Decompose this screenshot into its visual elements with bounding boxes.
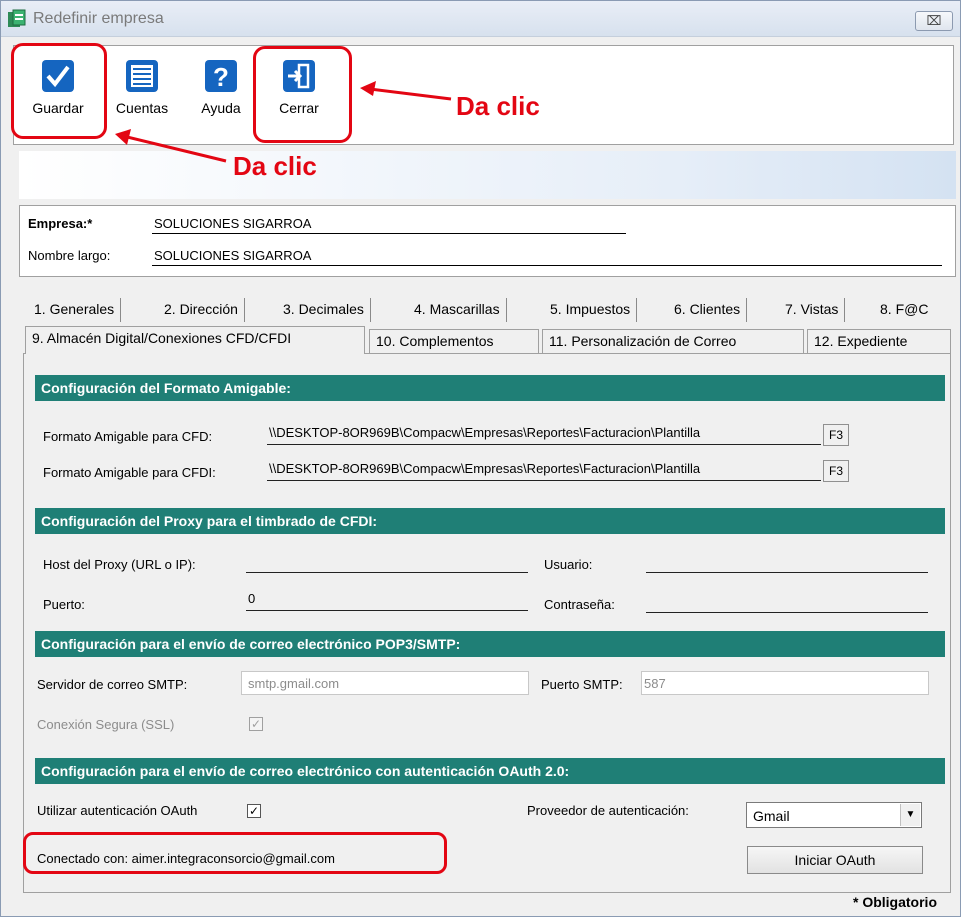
smtp-header: Configuración para el envío de correo el… <box>35 631 945 657</box>
formato-cfdi-field[interactable]: \\DESKTOP-8OR969B\Compacw\Empresas\Repor… <box>267 461 821 481</box>
usuario-field[interactable] <box>646 553 928 573</box>
cuentas-label: Cuentas <box>115 100 169 116</box>
proxy-header: Configuración del Proxy para el timbrado… <box>35 508 945 534</box>
oauth-use-checkbox[interactable]: ✓ <box>247 804 261 818</box>
arrow-to-cerrar-icon <box>360 81 452 101</box>
usuario-label: Usuario: <box>544 557 593 572</box>
tab-mascarillas[interactable]: 4. Mascarillas <box>408 298 507 322</box>
oauth-provider-value: Gmail <box>753 808 790 824</box>
tab-fac[interactable]: 8. F@C <box>874 298 934 322</box>
tab-almacen-digital[interactable]: 9. Almacén Digital/Conexiones CFD/CFDI <box>25 326 365 354</box>
formato-cfd-field[interactable]: \\DESKTOP-8OR969B\Compacw\Empresas\Repor… <box>267 425 821 445</box>
tab-personalizacion-correo[interactable]: 11. Personalización de Correo <box>542 329 804 353</box>
contrasena-label: Contraseña: <box>544 597 615 612</box>
puerto-label: Puerto: <box>43 597 85 612</box>
company-info-box: Empresa:* SOLUCIONES SIGARROA Nombre lar… <box>19 205 956 277</box>
oauth-provider-label: Proveedor de autenticación: <box>527 803 689 818</box>
smtp-server-field[interactable]: smtp.gmail.com <box>241 671 529 695</box>
window-close-button[interactable]: ⌧ <box>915 11 953 31</box>
oauth-provider-select[interactable]: Gmail ▼ <box>746 802 922 828</box>
ayuda-button[interactable]: ? Ayuda <box>186 58 256 116</box>
nombre-largo-field[interactable]: SOLUCIONES SIGARROA <box>152 248 942 266</box>
contrasena-field[interactable] <box>646 593 928 613</box>
empresa-field[interactable]: SOLUCIONES SIGARROA <box>152 216 626 234</box>
window-title: Redefinir empresa <box>33 10 164 27</box>
formato-cfdi-label: Formato Amigable para CFDI: <box>43 465 216 480</box>
smtp-port-label: Puerto SMTP: <box>541 677 623 692</box>
oauth-header: Configuración para el envío de correo el… <box>35 758 945 784</box>
tab-decimales[interactable]: 3. Decimales <box>277 298 371 322</box>
tab-generales[interactable]: 1. Generales <box>28 298 122 322</box>
formato-cfd-f3-button[interactable]: F3 <box>823 424 849 446</box>
tab-complementos[interactable]: 10. Complementos <box>369 329 539 353</box>
host-proxy-label: Host del Proxy (URL o IP): <box>43 557 196 572</box>
cerrar-hint: Da clic <box>456 91 540 121</box>
guardar-hint: Da clic <box>233 151 317 181</box>
formato-cfd-label: Formato Amigable para CFD: <box>43 429 213 444</box>
puerto-field[interactable]: 0 <box>246 591 528 611</box>
guardar-callout <box>11 43 107 139</box>
ssl-checkbox[interactable]: ✓ <box>249 717 263 731</box>
help-icon: ? <box>205 60 237 92</box>
arrow-to-guardar-icon <box>115 129 227 163</box>
svg-text:?: ? <box>213 62 229 92</box>
close-icon: ⌧ <box>926 13 942 28</box>
connected-callout <box>23 832 447 874</box>
app-icon <box>8 9 26 27</box>
tab-expediente[interactable]: 12. Expediente <box>807 329 951 353</box>
tab-clientes[interactable]: 6. Clientes <box>668 298 748 322</box>
formato-amigable-header: Configuración del Formato Amigable: <box>35 375 945 401</box>
iniciar-oauth-button[interactable]: Iniciar OAuth <box>747 846 923 874</box>
tab-impuestos[interactable]: 5. Impuestos <box>544 298 638 322</box>
chevron-down-icon: ▼ <box>900 804 920 826</box>
smtp-server-label: Servidor de correo SMTP: <box>37 677 188 692</box>
oauth-use-label: Utilizar autenticación OAuth <box>37 803 198 818</box>
cuentas-button[interactable]: Cuentas <box>102 58 182 116</box>
tab-vistas[interactable]: 7. Vistas <box>779 298 846 322</box>
ssl-label: Conexión Segura (SSL) <box>37 717 175 732</box>
formato-cfdi-f3-button[interactable]: F3 <box>823 460 849 482</box>
list-icon <box>126 60 158 92</box>
tab-direccion[interactable]: 2. Dirección <box>158 298 245 322</box>
cerrar-callout <box>253 46 352 143</box>
ayuda-label: Ayuda <box>201 100 241 116</box>
redefinir-empresa-window: Redefinir empresa ⌧ Guardar Cuentas ? Ay… <box>0 0 961 917</box>
title-bar: Redefinir empresa ⌧ <box>1 1 960 37</box>
required-note: * Obligatorio <box>853 894 937 910</box>
host-proxy-field[interactable] <box>246 553 528 573</box>
nombre-largo-label: Nombre largo: <box>28 248 111 263</box>
empresa-label: Empresa:* <box>28 216 93 231</box>
smtp-port-field[interactable]: 587 <box>641 671 929 695</box>
